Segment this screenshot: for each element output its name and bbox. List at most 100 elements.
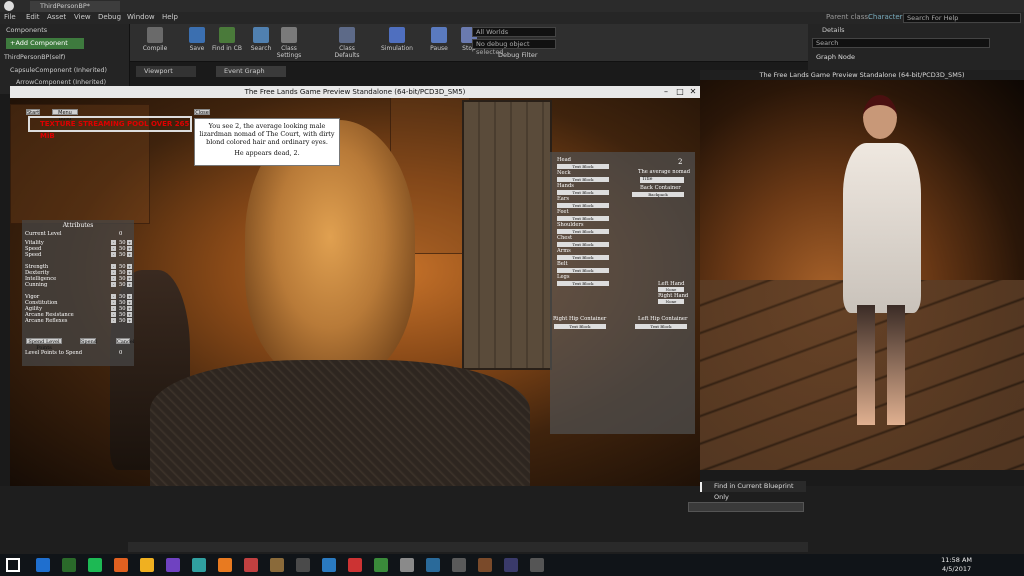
toolbar-class-defaults-button[interactable]: Class Defaults: [328, 27, 366, 59]
taskbar-app-icon[interactable]: [114, 558, 128, 572]
increase-attribute-button[interactable]: +: [127, 270, 132, 275]
right-hip-button[interactable]: Text Block: [554, 324, 606, 329]
slot-button-arms[interactable]: Text Block: [557, 255, 609, 260]
menu-edit[interactable]: Edit: [26, 13, 40, 21]
taskbar-app-icon[interactable]: [400, 558, 414, 572]
taskbar-app-icon[interactable]: [62, 558, 76, 572]
slot-button-chest[interactable]: Text Block: [557, 242, 609, 247]
backpack-button[interactable]: Backpack: [632, 192, 684, 197]
menu-build-button[interactable]: Menu Build: [52, 109, 78, 122]
maximize-icon[interactable]: □: [674, 86, 686, 98]
increase-attribute-button[interactable]: +: [127, 318, 132, 323]
decrease-attribute-button[interactable]: -: [111, 312, 116, 317]
taskbar-app-icon[interactable]: [140, 558, 154, 572]
find-results-input[interactable]: [688, 502, 804, 512]
decrease-attribute-button[interactable]: -: [111, 270, 116, 275]
find-current-blueprint-checkbox[interactable]: Find in Current Blueprint Only: [702, 481, 806, 501]
taskbar-app-icon[interactable]: [166, 558, 180, 572]
taskbar-app-icon[interactable]: [296, 558, 310, 572]
slot-button-legs[interactable]: Text Block: [557, 281, 609, 286]
taskbar-app-icon[interactable]: [244, 558, 258, 572]
taskbar-app-icon[interactable]: [452, 558, 466, 572]
title-select[interactable]: Title: [640, 177, 684, 183]
decrease-attribute-button[interactable]: -: [111, 264, 116, 269]
menu-view[interactable]: View: [74, 13, 91, 21]
tab-viewport[interactable]: Viewport: [136, 66, 196, 77]
taskbar-app-icon[interactable]: [374, 558, 388, 572]
spend-button[interactable]: Spend: [80, 338, 97, 345]
slot-button-hands[interactable]: Text Block: [557, 190, 609, 195]
search-help-input[interactable]: Search For Help: [903, 13, 1021, 23]
world-select[interactable]: All Worlds: [472, 27, 556, 37]
left-hand-button[interactable]: None: [658, 287, 684, 292]
increase-attribute-button[interactable]: +: [127, 282, 132, 287]
decrease-attribute-button[interactable]: -: [111, 294, 116, 299]
decrease-attribute-button[interactable]: -: [111, 282, 116, 287]
slot-button-belt[interactable]: Text Block: [557, 268, 609, 273]
decrease-attribute-button[interactable]: -: [111, 300, 116, 305]
decrease-attribute-button[interactable]: -: [111, 306, 116, 311]
taskbar-app-icon[interactable]: [192, 558, 206, 572]
toolbar-class-settings-button[interactable]: Class Settings: [270, 27, 308, 59]
taskbar-app-icon[interactable]: [218, 558, 232, 572]
component-item[interactable]: CapsuleComponent (Inherited): [10, 67, 107, 74]
taskbar-app-icon[interactable]: [478, 558, 492, 572]
menu-help[interactable]: Help: [162, 13, 178, 21]
increase-attribute-button[interactable]: +: [127, 276, 132, 281]
taskbar-app-icon[interactable]: [36, 558, 50, 572]
component-item[interactable]: ThirdPersonBP(self): [4, 54, 65, 61]
toolbar-find-in-cb-button[interactable]: Find in CB: [208, 27, 246, 59]
minimize-icon[interactable]: –: [660, 86, 672, 98]
taskbar-app-icon[interactable]: [504, 558, 518, 572]
decrease-attribute-button[interactable]: -: [111, 276, 116, 281]
parent-class-value[interactable]: Character: [868, 13, 903, 21]
decrease-attribute-button[interactable]: -: [111, 252, 116, 257]
menu-debug[interactable]: Debug: [98, 13, 121, 21]
toolbar-label: Search: [250, 45, 272, 52]
component-item[interactable]: ArrowComponent (Inherited): [16, 79, 106, 86]
slot-button-neck[interactable]: Text Block: [557, 177, 609, 182]
taskbar-app-icon[interactable]: [322, 558, 336, 572]
close-dialog-button[interactable]: Close: [194, 109, 210, 116]
increase-attribute-button[interactable]: +: [127, 252, 132, 257]
taskbar-app-icon[interactable]: [270, 558, 284, 572]
slot-button-head[interactable]: Text Block: [557, 164, 609, 169]
taskbar-app-icon[interactable]: [530, 558, 544, 572]
increase-attribute-button[interactable]: +: [127, 264, 132, 269]
toolbar-compile-button[interactable]: Compile: [136, 27, 174, 59]
increase-attribute-button[interactable]: +: [127, 246, 132, 251]
taskbar-app-icon[interactable]: [426, 558, 440, 572]
decrease-attribute-button[interactable]: -: [111, 240, 116, 245]
slot-button-ears[interactable]: Text Block: [557, 203, 609, 208]
close-icon[interactable]: ✕: [687, 86, 699, 98]
decrease-attribute-button[interactable]: -: [111, 318, 116, 323]
blueprint-tab[interactable]: ThirdPersonBP*: [30, 1, 120, 12]
system-clock[interactable]: 11:58 AM 4/5/2017: [941, 556, 972, 574]
increase-attribute-button[interactable]: +: [127, 240, 132, 245]
decrease-attribute-button[interactable]: -: [111, 246, 116, 251]
increase-attribute-button[interactable]: +: [127, 306, 132, 311]
increase-attribute-button[interactable]: +: [127, 312, 132, 317]
menu-asset[interactable]: Asset: [47, 13, 66, 21]
menu-window[interactable]: Window: [127, 13, 155, 21]
tab-event-graph[interactable]: Event Graph: [216, 66, 286, 77]
details-search-input[interactable]: Search: [812, 38, 990, 48]
windows-taskbar: [0, 554, 1024, 576]
spend-level-points-button[interactable]: Spend Level Points: [26, 338, 62, 351]
add-component-button[interactable]: +Add Component: [6, 38, 84, 49]
menu-file[interactable]: File: [4, 13, 16, 21]
increase-attribute-button[interactable]: +: [127, 294, 132, 299]
toolbar-simulation-button[interactable]: Simulation: [378, 27, 416, 59]
increase-attribute-button[interactable]: +: [127, 300, 132, 305]
slot-button-feet[interactable]: Text Block: [557, 216, 609, 221]
taskbar-app-icon[interactable]: [348, 558, 362, 572]
windows-start-icon[interactable]: [6, 558, 20, 572]
cancel-button[interactable]: Cancel: [116, 338, 134, 345]
slot-button-shoulders[interactable]: Text Block: [557, 229, 609, 234]
back-container-label: Back Container: [640, 185, 681, 191]
left-hip-button[interactable]: Text Block: [635, 324, 687, 329]
start-button[interactable]: Start: [26, 109, 40, 116]
debug-object-select[interactable]: No debug object selected: [472, 39, 556, 56]
taskbar-app-icon[interactable]: [88, 558, 102, 572]
right-hand-button[interactable]: None: [658, 299, 684, 304]
